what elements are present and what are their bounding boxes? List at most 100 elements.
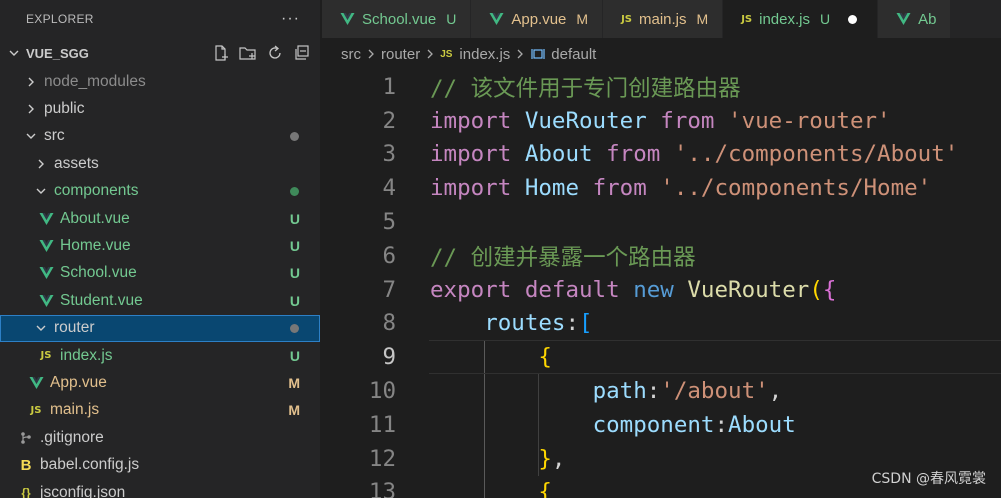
breadcrumb-router[interactable]: router <box>381 46 420 63</box>
code-line[interactable]: 11 component:About <box>322 408 1001 442</box>
code-line[interactable]: 9 { <box>322 340 1001 375</box>
code-line[interactable]: 8 routes:[ <box>322 307 1001 341</box>
new-file-icon[interactable] <box>211 44 231 62</box>
new-folder-icon[interactable] <box>238 44 258 62</box>
code-line[interactable]: 10 path:'/about', <box>322 374 1001 408</box>
code-text: import About from '../components/About' <box>430 141 958 167</box>
tree-file[interactable]: .gitignore <box>0 424 320 451</box>
tree-file[interactable]: School.vue U <box>0 260 320 287</box>
tree-item-label: components <box>54 182 139 200</box>
tree-folder[interactable]: public <box>0 95 320 122</box>
tree-file[interactable]: Home.vue U <box>0 232 320 259</box>
chevron-down-icon <box>24 129 38 143</box>
code-token: } <box>538 445 552 472</box>
collapse-icon[interactable] <box>292 44 312 62</box>
vue-file-icon <box>38 239 54 253</box>
tab-label: App.vue <box>511 10 567 28</box>
tree-folder[interactable]: assets <box>0 150 320 177</box>
chevron-right-icon <box>515 48 525 60</box>
code-token: new <box>633 276 674 303</box>
code-text: import Home from '../components/Home' <box>430 175 931 201</box>
refresh-icon[interactable] <box>265 44 285 62</box>
tree-folder[interactable]: src <box>0 123 320 150</box>
tree-folder[interactable]: router <box>0 314 320 342</box>
breadcrumb-file[interactable]: index.js <box>459 46 510 63</box>
tab-main-js[interactable]: JS main.js M <box>603 0 724 38</box>
code-line[interactable]: 5 <box>322 205 1001 239</box>
code-text: { <box>430 344 552 370</box>
tab-index-js[interactable]: JS index.js U <box>723 0 879 38</box>
tree-folder[interactable]: components <box>0 178 320 205</box>
tab-school-vue[interactable]: School.vue U <box>322 0 472 38</box>
line-number: 3 <box>382 141 396 168</box>
code-line[interactable]: 6 // 创建并暴露一个路由器 <box>322 239 1001 273</box>
project-root[interactable]: VUE_SGG <box>0 38 320 68</box>
code-token: from <box>660 107 715 134</box>
git-status-badge: U <box>446 11 457 27</box>
tab-label: Ab <box>918 10 937 28</box>
tab-app-vue[interactable]: App.vue M <box>471 0 604 38</box>
code-line[interactable]: 1 // 该文件用于专门创建路由器 <box>322 70 1001 104</box>
git-status-badge: U <box>289 210 300 227</box>
git-status-badge: U <box>819 11 831 27</box>
tree-item-label: .gitignore <box>40 428 104 446</box>
vue-file-icon <box>340 12 355 26</box>
breadcrumb-symbol[interactable]: default <box>551 46 596 63</box>
code-token: : <box>646 378 661 405</box>
git-status-badge: U <box>289 238 300 255</box>
explorer-header: EXPLORER ··· <box>0 0 320 38</box>
breadcrumb-src[interactable]: src <box>341 46 361 63</box>
code-line[interactable]: 7 export default new VueRouter({ <box>322 273 1001 307</box>
line-number: 12 <box>368 445 396 472</box>
tab-ab[interactable]: Ab <box>878 0 952 38</box>
line-number: 11 <box>368 411 396 438</box>
tree-file[interactable]: JS main.js M <box>0 397 320 424</box>
chevron-right-icon <box>425 48 435 60</box>
tree-item-label: main.js <box>50 401 100 419</box>
code-token: VueRouter <box>687 276 810 303</box>
code-token: Home <box>524 175 580 202</box>
tree-file[interactable]: App.vue M <box>0 369 320 396</box>
tree-file[interactable]: About.vue U <box>0 205 320 232</box>
tree-folder[interactable]: node_modules <box>0 68 320 95</box>
tab-label: main.js <box>639 10 687 28</box>
project-name: VUE_SGG <box>26 45 89 61</box>
vue-file-icon <box>489 12 504 26</box>
code-token: [ <box>579 310 593 337</box>
tree-item-label: School.vue <box>60 264 137 282</box>
tree-file[interactable]: {} jsconfig.json <box>0 479 320 498</box>
js-file-icon: JS <box>30 404 42 416</box>
vue-file-icon <box>38 294 54 308</box>
git-status-badge: M <box>288 374 300 391</box>
git-status-badge: M <box>288 402 300 419</box>
code-line[interactable]: 3 import About from '../components/About' <box>322 138 1001 172</box>
chevron-right-icon <box>34 157 48 171</box>
js-file-icon: JS <box>621 13 632 25</box>
tree-file[interactable]: Bbabel.config.js <box>0 451 320 478</box>
line-number: 8 <box>382 310 396 337</box>
code-token: ( <box>809 276 823 303</box>
code-editor[interactable]: 1 // 该文件用于专门创建路由器 2 import VueRouter from '… <box>322 70 1001 498</box>
code-token: VueRouter <box>524 107 647 134</box>
code-token: default <box>524 276 620 303</box>
unsaved-dot-icon[interactable] <box>848 14 858 24</box>
tree-file[interactable]: JS index.js U <box>0 342 320 369</box>
git-status-badge: U <box>289 292 300 309</box>
code-line[interactable]: 2 import VueRouter from 'vue-router' <box>322 104 1001 138</box>
line-number: 1 <box>382 73 396 100</box>
code-line[interactable]: 4 import Home from '../components/Home' <box>322 171 1001 205</box>
code-token: : <box>565 310 580 337</box>
tree-item-label: public <box>44 100 85 118</box>
more-actions-icon[interactable]: ··· <box>281 10 300 28</box>
watermark: CSDN @春风霓裳 <box>871 471 986 487</box>
tree-file[interactable]: Student.vue U <box>0 287 320 314</box>
